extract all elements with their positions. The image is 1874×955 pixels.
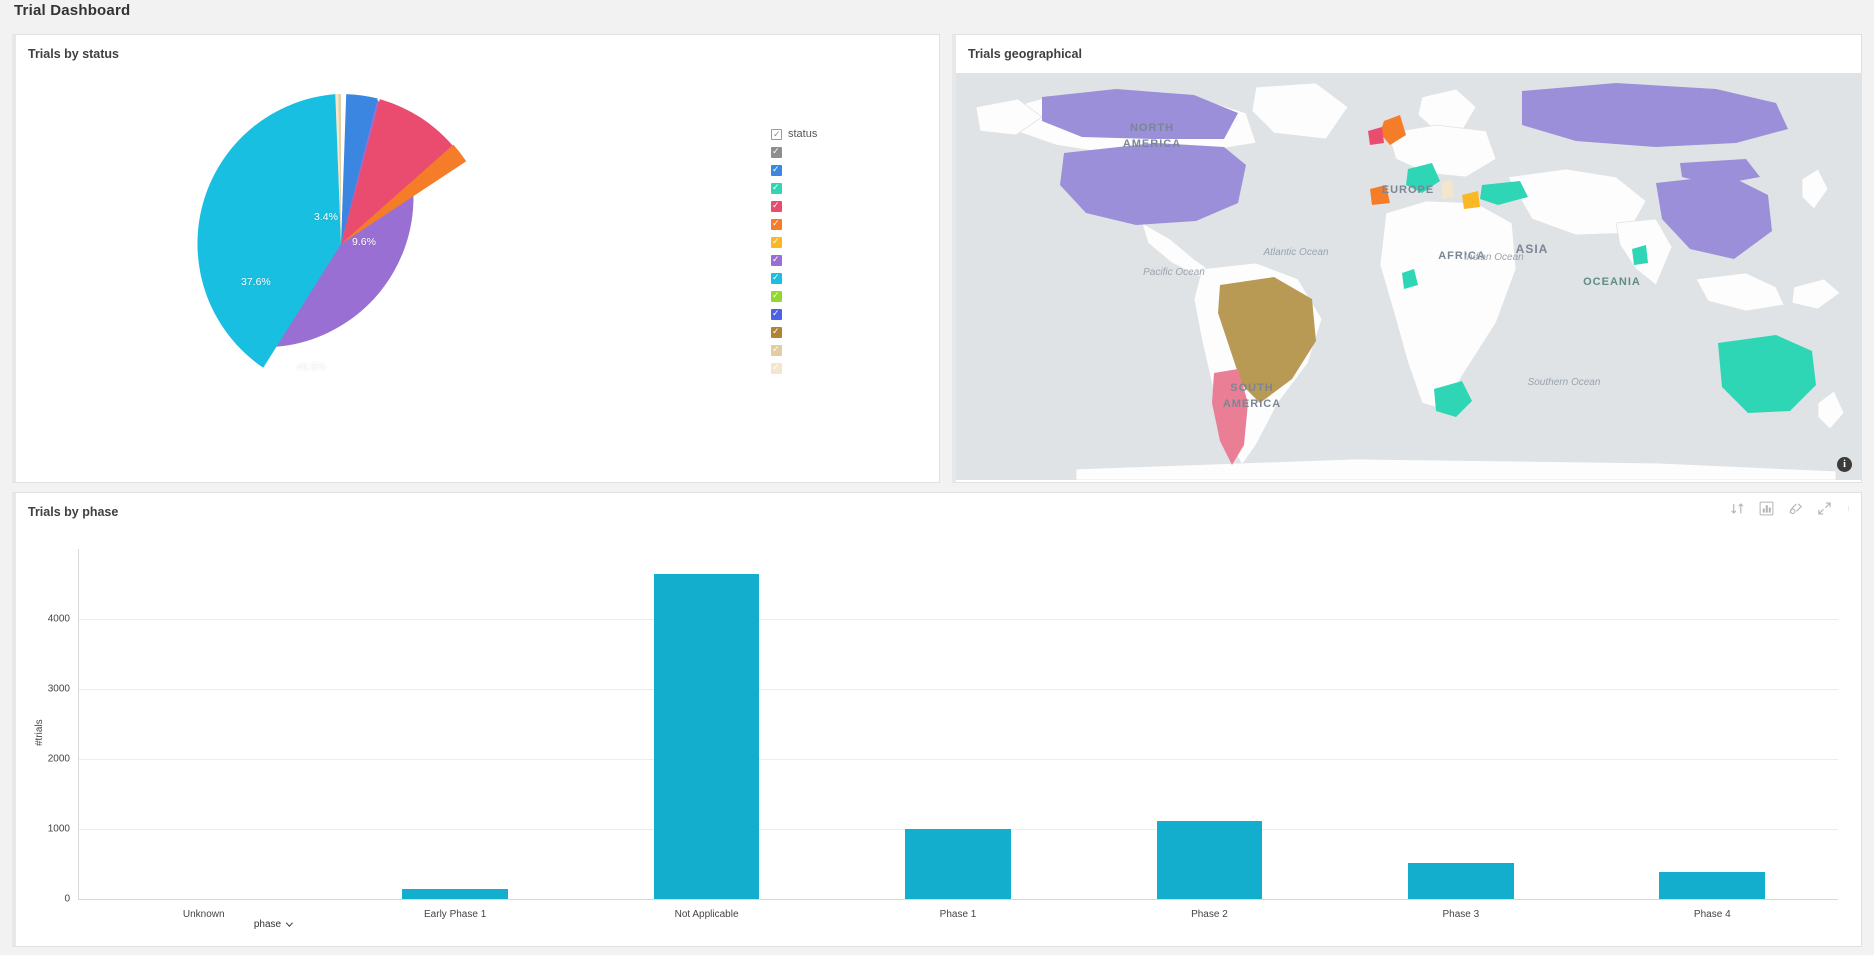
chevron-down-icon [286,922,294,928]
map-label-atlantic-ocean: Atlantic Ocean [1262,247,1328,258]
legend-item[interactable] [771,305,941,323]
panel-trials-by-phase: Trials by phase #trials 0 1000 2000 3000… [12,492,1862,947]
legend-item-checkbox[interactable] [771,163,782,176]
panel-title-trials-by-phase: Trials by phase [28,505,119,519]
status-legend: status [771,125,941,377]
dashboard-page: Trial Dashboard Trials by status 46.5% 3… [0,0,1874,955]
bar[interactable] [653,573,760,899]
legend-item-checkbox[interactable] [771,325,782,338]
map-label-southern-ocean: Southern Ocean [1528,377,1601,388]
legend-item-checkbox[interactable] [771,289,782,302]
bar[interactable] [1659,871,1766,899]
pie-slice-label-2: 9.6% [352,236,376,248]
legend-item-checkbox[interactable] [771,361,782,374]
map-label-pacific-ocean: Pacific Ocean [1143,267,1205,278]
bar[interactable] [905,829,1011,899]
geographical-map[interactable]: NORTH AMERICA SOUTH AMERICA EUROPE AFRIC… [956,73,1862,480]
fullscreen-icon[interactable] [1817,501,1832,516]
bar-chart[interactable]: #trials 0 1000 2000 3000 4000 Unknown Early P… [16,531,1862,943]
legend-header-label: status [788,128,818,140]
legend-item[interactable] [771,269,941,287]
map-label-europe: EUROPE [1382,184,1434,196]
map-label-north-america-line1: NORTH [1130,122,1174,134]
x-axis-tick: Unknown [182,909,225,920]
legend-item[interactable] [771,233,941,251]
more-options-icon[interactable] [1846,501,1851,516]
y-axis-tick: 0 [64,893,70,905]
map-label-south-america-line2: AMERICA [1223,398,1281,410]
x-axis-tick: Early Phase 1 [424,909,487,920]
map-label-indian-ocean: Indian Ocean [1464,252,1524,263]
panel-title-trials-geographical: Trials geographical [968,47,1082,61]
world-map-svg[interactable]: NORTH AMERICA SOUTH AMERICA EUROPE AFRIC… [956,73,1862,480]
legend-item-checkbox[interactable] [771,199,782,212]
x-axis-dimension-label: phase [253,919,282,930]
x-axis-tick: Phase 2 [1191,909,1228,920]
legend-item[interactable] [771,215,941,233]
gridline [78,619,1838,620]
legend-item-checkbox[interactable] [771,181,782,194]
pie-slice-label-3: 3.4% [314,211,338,223]
pie-chart-container: 46.5% 37.6% 9.6% 3.4% [16,69,776,479]
legend-item-checkbox[interactable] [771,217,782,230]
panel-trials-by-status: Trials by status 46.5% 37.6% 9.6% 3.4% ✓… [12,34,940,483]
y-axis-tick: 3000 [47,683,70,695]
legend-item-checkbox[interactable] [771,235,782,248]
x-axis-line [78,899,1838,900]
gridline [78,689,1838,690]
legend-header-row[interactable]: status [771,125,941,143]
legend-item[interactable] [771,251,941,269]
legend-item[interactable] [771,143,941,161]
legend-item[interactable] [771,197,941,215]
map-label-oceania: OCEANIA [1583,276,1641,288]
y-axis-title: #trials [34,719,45,746]
pie-chart[interactable] [176,79,506,409]
legend-item[interactable] [771,161,941,179]
x-axis-tick: Phase 1 [939,909,977,920]
pie-slice-label-1: 37.6% [241,276,271,288]
legend-item[interactable] [771,359,941,377]
pie-slice-label-0: 46.5% [296,361,326,373]
edit-icon[interactable] [1788,501,1803,516]
x-axis-tick: Not Applicable [674,909,739,920]
legend-item-checkbox[interactable] [771,253,782,266]
x-axis-tick: Phase 4 [1693,909,1731,920]
y-axis-line [78,549,79,899]
y-axis-tick: 4000 [47,613,70,625]
bar[interactable] [1408,863,1514,899]
legend-item[interactable] [771,323,941,341]
legend-item[interactable] [771,179,941,197]
bar[interactable] [402,889,508,899]
y-axis-tick: 2000 [47,753,70,765]
panel-title-trials-by-status: Trials by status [28,47,120,61]
page-title: Trial Dashboard [14,2,131,19]
map-label-north-america-line2: AMERICA [1123,138,1181,150]
bar-chart-icon[interactable] [1759,501,1774,516]
info-icon[interactable]: i [1837,457,1852,472]
bar[interactable] [1156,821,1263,899]
x-axis-tick: Phase 3 [1442,909,1480,920]
legend-item-checkbox[interactable] [771,307,782,320]
legend-item[interactable] [771,341,941,359]
map-label-south-america-line1: SOUTH [1230,382,1274,394]
legend-item-checkbox[interactable] [771,343,782,356]
chart-toolbar [1730,501,1851,516]
legend-item[interactable] [771,287,941,305]
gridline [78,759,1838,760]
legend-item-checkbox[interactable] [771,145,782,158]
panel-trials-geographical: Trials geographical NORTH AMERICA SOUTH … [952,34,1862,483]
sort-icon[interactable] [1730,501,1745,516]
legend-header-checkbox[interactable] [771,128,782,140]
x-axis-dimension-selector[interactable]: phase [254,919,294,930]
legend-item-checkbox[interactable] [771,271,782,284]
y-axis-tick: 1000 [47,823,70,835]
